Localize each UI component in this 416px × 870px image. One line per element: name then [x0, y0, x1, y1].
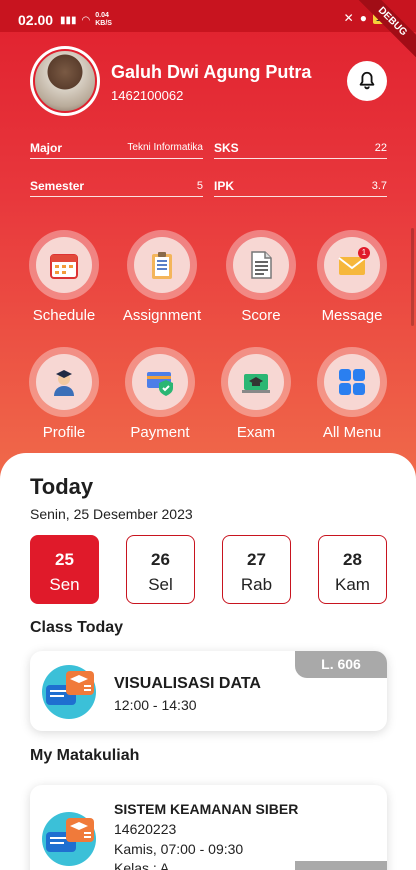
signal-icon: ▮▮▮	[60, 14, 77, 26]
bell-icon	[359, 71, 375, 90]
day-button-28[interactable]: 28 Kam	[318, 535, 387, 604]
ipk-value: 3.7	[371, 180, 387, 192]
class-course-name: VISUALISASI DATA	[114, 675, 261, 692]
graduate-icon	[54, 370, 74, 396]
today-title: Today	[30, 474, 94, 499]
menu-schedule[interactable]: Schedule	[24, 230, 104, 324]
course-icon	[42, 665, 96, 719]
matakuliah-class: Kelas : A	[114, 860, 170, 870]
day-button-25[interactable]: 25 Sen	[30, 535, 99, 604]
room-badge	[295, 861, 387, 870]
course-icon	[42, 812, 96, 866]
major-value: Tekni Informatika	[127, 142, 203, 153]
semester-value: 5	[196, 180, 203, 192]
user-id: 1462100062	[111, 88, 184, 103]
menu-label: All Menu	[322, 424, 382, 441]
status-time: 02.00	[18, 12, 54, 28]
avatar[interactable]	[30, 46, 100, 116]
user-name: Galuh Dwi Agung Putra	[111, 62, 312, 82]
menu-message[interactable]: 1 Message	[312, 230, 392, 324]
scrollbar[interactable]	[411, 228, 414, 326]
calendar-icon	[50, 254, 78, 279]
menu-profile[interactable]: Profile	[24, 347, 104, 441]
grid-icon	[339, 369, 365, 395]
menu-label: Message	[321, 307, 383, 324]
day-button-27[interactable]: 27 Rab	[222, 535, 291, 604]
class-today-title: Class Today	[30, 619, 124, 636]
notification-button[interactable]	[347, 61, 387, 101]
semester-field: Semester 5	[30, 177, 203, 197]
menu-label: Schedule	[32, 307, 96, 324]
menu-label: Score	[241, 307, 281, 324]
menu-label: Payment	[130, 424, 190, 441]
matakuliah-schedule: Kamis, 07:00 - 09:30	[114, 841, 244, 857]
menu-all[interactable]: All Menu	[312, 347, 392, 441]
semester-label: Semester	[30, 179, 85, 193]
class-time: 12:00 - 14:30	[114, 697, 197, 713]
wifi-icon: ◠	[81, 14, 91, 26]
document-icon	[251, 251, 272, 279]
menu-payment[interactable]: Payment	[120, 347, 200, 441]
room-badge: L. 606	[295, 651, 387, 678]
matakuliah-card[interactable]: SISTEM KEAMANAN SIBER 14620223 Kamis, 07…	[30, 785, 387, 870]
mute-icon: ✕	[343, 11, 354, 25]
ipk-field: IPK 3.7	[214, 177, 387, 197]
today-date: Senin, 25 Desember 2023	[30, 506, 193, 522]
class-today-card[interactable]: L. 606 VISUALISASI DATA 12:00 - 14:30	[30, 651, 387, 731]
ipk-label: IPK	[214, 179, 235, 193]
matakuliah-code: 14620223	[114, 821, 177, 837]
sks-field: SKS 22	[214, 139, 387, 159]
sks-label: SKS	[214, 141, 239, 155]
location-icon: ●	[359, 11, 367, 25]
my-matakuliah-title: My Matakuliah	[30, 747, 140, 764]
message-badge: 1	[358, 247, 370, 259]
matakuliah-course-name: SISTEM KEAMANAN SIBER	[114, 801, 299, 817]
menu-score[interactable]: Score	[221, 230, 301, 324]
net-speed: 0.04 KB/S	[95, 12, 112, 27]
menu-label: Profile	[42, 424, 86, 441]
menu-label: Assignment	[122, 307, 202, 324]
sks-value: 22	[374, 142, 387, 154]
clipboard-icon	[152, 252, 172, 279]
payment-icon	[147, 372, 173, 396]
status-left-icons: ▮▮▮ ◠ 0.04 KB/S	[60, 12, 112, 28]
major-field: Major Tekni Informatika	[30, 139, 203, 159]
major-label: Major	[30, 141, 63, 155]
menu-exam[interactable]: Exam	[216, 347, 296, 441]
menu-assignment[interactable]: Assignment	[122, 230, 202, 324]
avatar-photo	[33, 49, 97, 113]
menu-label: Exam	[236, 424, 276, 441]
day-button-26[interactable]: 26 Sel	[126, 535, 195, 604]
exam-icon	[242, 374, 270, 393]
status-bar: 02.00 ▮▮▮ ◠ 0.04 KB/S ✕ ● 100 DEBUG	[0, 0, 416, 64]
